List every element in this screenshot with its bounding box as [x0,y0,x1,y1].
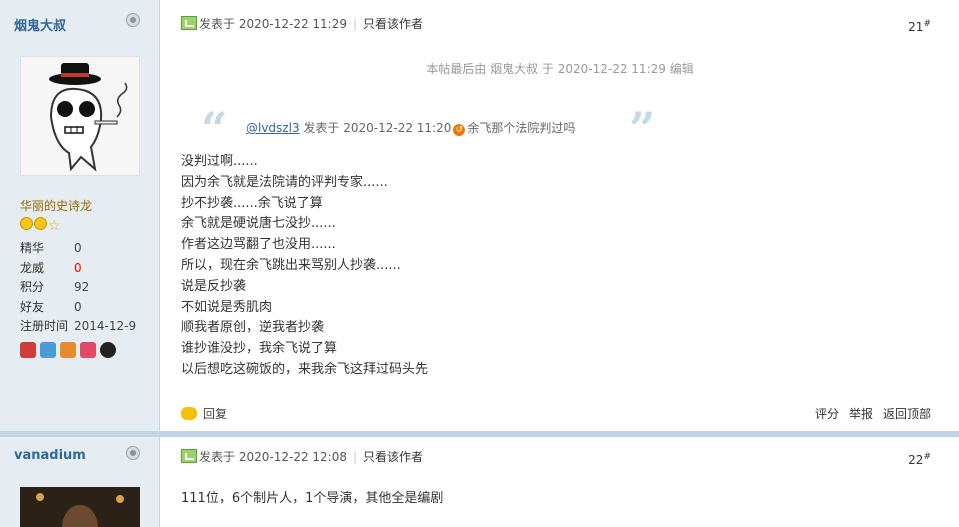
only-author-link[interactable]: 只看该作者 [363,450,423,464]
rate-link[interactable]: 评分 [815,407,839,421]
reply-icon [181,407,197,420]
posted-prefix: 发表于 [199,450,236,464]
open-quote-icon: “ [201,102,228,156]
posted-time: 2020-12-22 11:29 [238,17,347,31]
quote-content: 余飞那个法院判过吗 [467,121,576,135]
medals [20,342,116,358]
stat-value: 0 [74,260,82,275]
stat-row: 注册时间 2014-12-9 [20,317,136,337]
medal-icon[interactable] [20,342,36,358]
stat-value[interactable]: 0 [74,300,82,314]
stat-value: 92 [74,280,90,294]
post-line: 不如说是秀肌肉 [181,299,273,315]
back-to-top-link[interactable]: 返回顶部 [883,407,931,421]
post-line: 以后想吃这碗饭的，来我余飞这拜过码头先 [181,361,429,377]
post-line: 余飞就是硬说唐七没抄...... [181,216,336,232]
rank-stars: ☆ [20,217,61,233]
post-line: 说是反抄袭 [181,278,247,294]
floor-number[interactable]: 22# [908,448,931,469]
back-arrow-icon[interactable]: ↺ [453,124,466,136]
post-line: 没判过啊...... [181,154,258,169]
post-line: 因为余飞就是法院请的评判专家...... [181,174,388,190]
close-quote-icon: ” [629,102,656,156]
post-body: 111位，6个制片人，1个导演，其他全是编剧 [181,491,444,506]
medal-icon[interactable] [100,342,116,358]
post-22: vanadium 发表于 2020-12-22 12:08 | 只看该作者 22# … [0,437,959,527]
posted-time: 2020-12-22 12:08 [238,450,347,464]
author-name[interactable]: vanadium [14,448,86,463]
author-sidebar: 烟鬼大叔 华丽的史诗龙 ☆ 精华 0 龙威 0 积分 92 好友 0 注册时间 … [0,0,160,431]
floor-number[interactable]: 21# [908,15,931,36]
ghost-avatar-icon [21,57,139,175]
posted-prefix: 发表于 [199,17,236,31]
post-online-icon [181,449,197,463]
user-stats: 精华 0 龙威 0 积分 92 好友 0 注册时间 2014-12-9 [20,239,136,337]
quote-meta: 发表于 2020-12-22 11:20 [303,121,452,135]
online-status-icon [126,13,140,27]
sun-rank-icon [20,217,33,230]
stat-row: 积分 92 [20,278,136,298]
post-body: 没判过啊...... 因为余飞就是法院请的评判专家...... 抄不抄袭....… [181,152,428,381]
post-line: 谁抄谁没抄，我余飞说了算 [181,341,338,357]
quote-text: @lvdszl3 发表于 2020-12-22 11:20 ↺ 余飞那个法院判过吗 [246,119,575,136]
avatar[interactable] [20,56,140,176]
only-author-link[interactable]: 只看该作者 [363,17,423,31]
post-line: 顺我者原创，逆我者抄袭 [181,320,325,336]
post-21: 烟鬼大叔 华丽的史诗龙 ☆ 精华 0 龙威 0 积分 92 好友 0 注册时间 … [0,0,959,431]
post-content: 发表于 2020-12-22 11:29 | 只看该作者 21# 本帖最后由 烟鬼大… [161,0,959,431]
separator: | [352,450,358,464]
user-rank[interactable]: 华丽的史诗龙 [20,197,92,214]
reply-label: 回复 [203,407,228,421]
star-rank-icon: ☆ [48,218,61,234]
author-name[interactable]: 烟鬼大叔 [14,15,66,34]
post-line: 抄不抄袭......余飞说了算 [181,195,323,211]
medal-icon[interactable] [60,342,76,358]
quote-block: “ @lvdszl3 发表于 2020-12-22 11:20 ↺ 余飞那个法院判过… [201,106,661,152]
report-link[interactable]: 举报 [849,407,873,421]
portrait-avatar-icon [20,487,140,527]
post-actions: 回复 评分 举报 返回顶部 [181,404,931,424]
stat-label: 好友 [20,299,45,314]
stat-row: 龙威 0 [20,259,136,279]
author-sidebar: vanadium [0,437,160,527]
post-online-icon [181,16,197,30]
post-line: 作者这边骂翻了也没用...... [181,237,336,253]
separator: | [352,17,358,31]
medal-icon[interactable] [80,342,96,358]
quote-user-link[interactable]: @lvdszl3 [246,121,300,135]
stat-value: 2014-12-9 [74,319,137,333]
stat-value[interactable]: 0 [74,241,82,255]
stat-label: 积分 [20,280,45,294]
stat-row: 好友 0 [20,298,136,318]
post-header: 发表于 2020-12-22 12:08 | 只看该作者 22# [181,448,931,469]
medal-icon[interactable] [40,342,56,358]
avatar[interactable] [20,487,140,527]
stat-label: 精华 [20,241,45,255]
post-line: 所以，现在余飞跳出来骂别人抄袭...... [181,257,401,273]
post-header: 发表于 2020-12-22 11:29 | 只看该作者 21# [181,15,931,36]
reply-button[interactable]: 回复 [181,407,227,421]
post-content: 发表于 2020-12-22 12:08 | 只看该作者 22# 111位，6个制片… [161,437,959,527]
stat-label: 注册时间 [20,319,69,333]
edit-note: 本帖最后由 烟鬼大叔 于 2020-12-22 11:29 编辑 [426,62,694,76]
online-status-icon [126,446,140,460]
stat-label: 龙威 [20,260,45,275]
sun-rank-icon [34,217,47,230]
stat-row: 精华 0 [20,239,136,259]
